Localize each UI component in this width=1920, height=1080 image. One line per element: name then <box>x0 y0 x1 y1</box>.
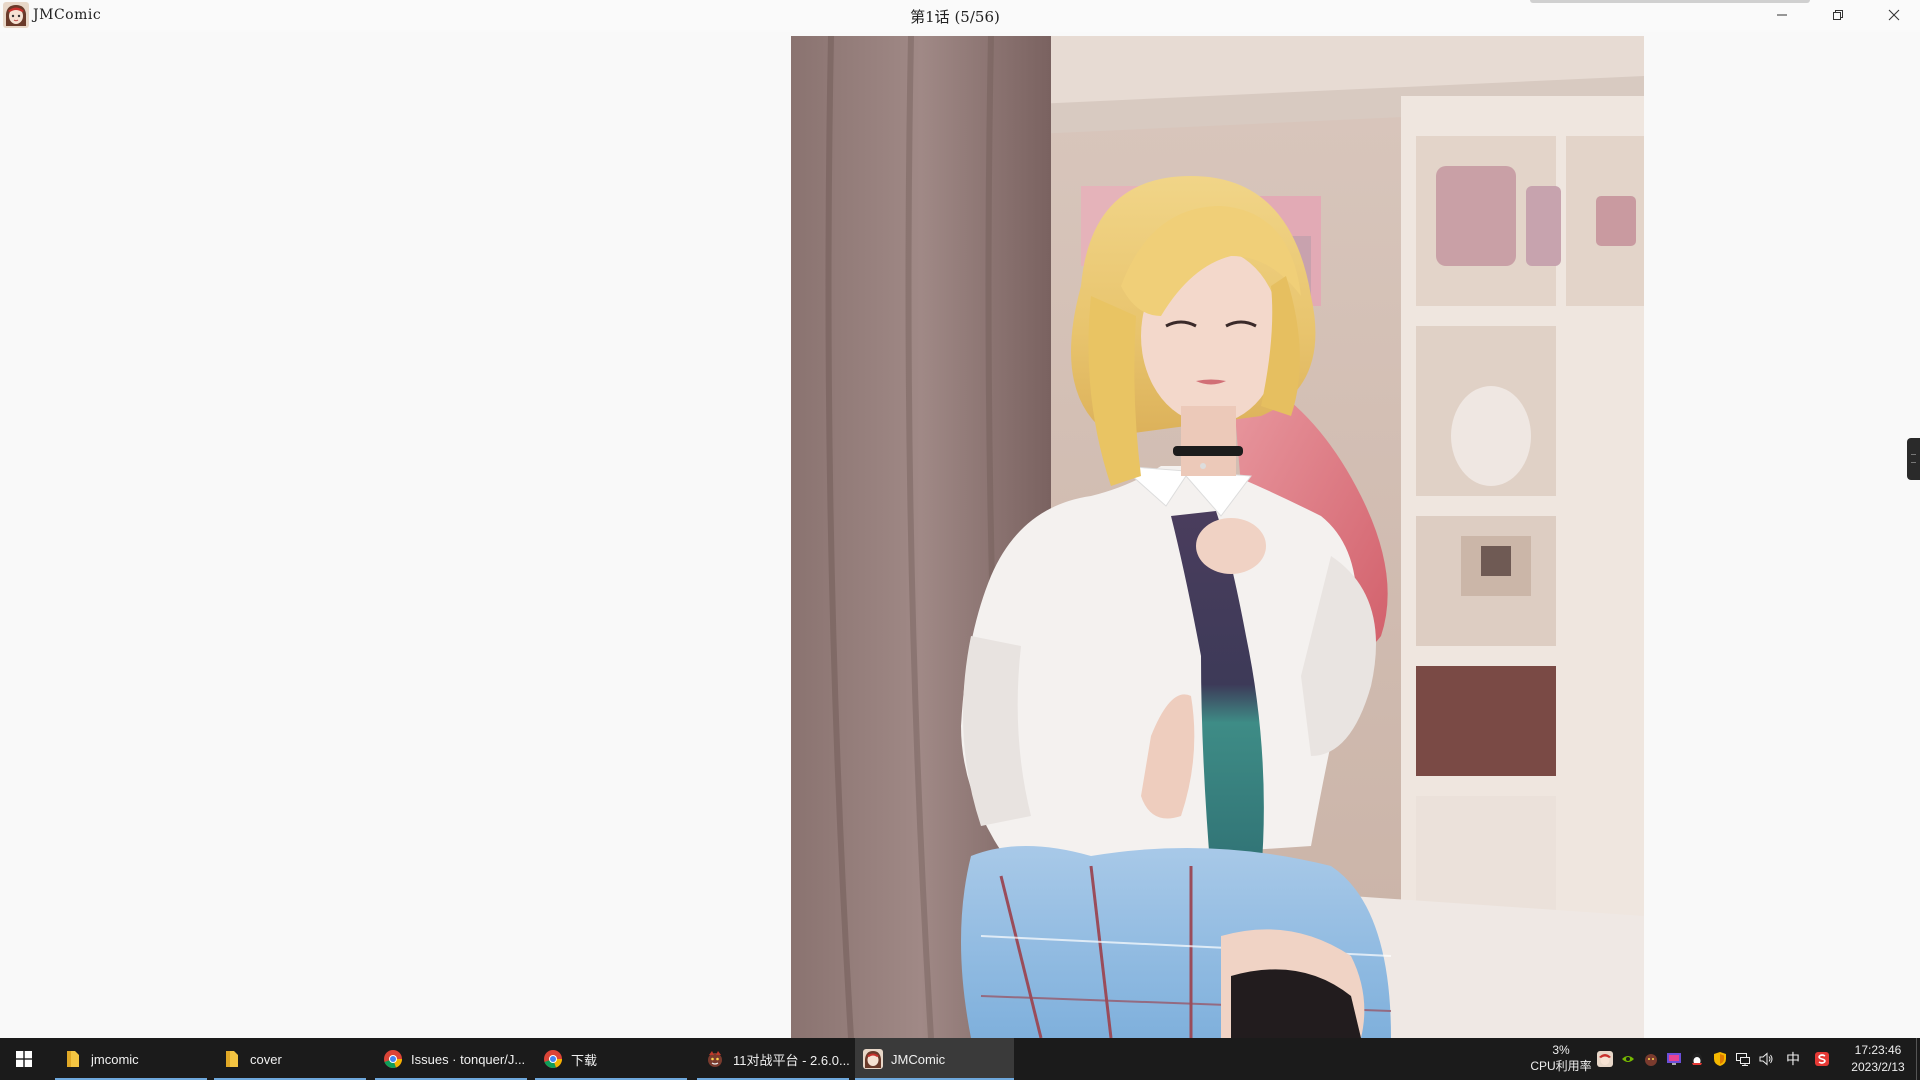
taskbar: jmcomic cover Issues · tonquer/J... 下载 1… <box>0 1038 1920 1080</box>
clock-date: 2023/2/13 <box>1851 1060 1905 1074</box>
tray-volume-icon[interactable] <box>1757 1050 1775 1068</box>
sogou-input-icon <box>1815 1052 1829 1066</box>
folder-icon <box>226 1051 238 1067</box>
taskbar-item-jmcomic-folder[interactable]: jmcomic <box>55 1038 207 1080</box>
cpu-usage-widget[interactable]: 3% CPU利用率 <box>1526 1042 1596 1074</box>
restore-button[interactable] <box>1810 0 1866 30</box>
windows-logo-icon <box>16 1051 32 1067</box>
side-panel-handle[interactable] <box>1907 438 1920 480</box>
title-bar[interactable]: JMComic 第1话 (5/56) <box>0 0 1920 32</box>
chapter-title: 第1话 (5/56) <box>910 8 1000 26</box>
start-button[interactable] <box>0 1038 48 1080</box>
chrome-icon <box>384 1050 402 1069</box>
taskbar-item-label: JMComic <box>891 1051 946 1067</box>
tray-sogou-icon[interactable] <box>1813 1050 1831 1068</box>
app-window: JMComic 第1话 (5/56) <box>0 0 1920 1038</box>
taskbar-item-chrome-issues[interactable]: Issues · tonquer/J... <box>375 1038 527 1080</box>
taskbar-item-label: cover <box>250 1051 282 1067</box>
comic-page-illustration <box>791 36 1644 1038</box>
tray-monitor-icon[interactable] <box>1665 1050 1683 1068</box>
taskbar-item-chrome-download[interactable]: 下载 <box>535 1038 687 1080</box>
tray-network-icon[interactable] <box>1734 1050 1752 1068</box>
jmcomic-tray-icon <box>1597 1051 1613 1067</box>
clock-time: 17:23:46 <box>1854 1043 1902 1057</box>
taskbar-item-jmcomic-app[interactable]: JMComic <box>855 1038 1014 1080</box>
nvidia-icon <box>1622 1056 1634 1062</box>
input-method-indicator[interactable]: 中 <box>1786 1049 1800 1069</box>
tray-game-icon[interactable] <box>1642 1050 1660 1068</box>
game-platform-icon <box>708 1051 722 1067</box>
penguin-icon <box>1692 1053 1702 1065</box>
minimize-icon <box>1777 14 1787 16</box>
tray-nvidia-icon[interactable] <box>1619 1050 1637 1068</box>
taskbar-item-label: Issues · tonquer/J... <box>411 1051 526 1067</box>
taskbar-item-label: 下载 <box>571 1052 598 1068</box>
comic-page-image[interactable] <box>791 36 1644 1038</box>
jmcomic-icon <box>863 1049 883 1069</box>
cpu-label: CPU利用率 <box>1530 1059 1592 1073</box>
taskbar-item-11-platform[interactable]: 11对战平台 - 2.6.0... <box>697 1038 849 1080</box>
cpu-percent: 3% <box>1552 1043 1570 1057</box>
system-clock[interactable]: 17:23:46 2023/2/13 <box>1840 1042 1916 1076</box>
tray-qq-icon[interactable] <box>1688 1050 1706 1068</box>
taskbar-item-label: jmcomic <box>91 1051 139 1067</box>
monitor-app-icon <box>1667 1053 1681 1065</box>
shield-icon <box>1714 1052 1726 1066</box>
game-platform-tray-icon <box>1645 1054 1657 1066</box>
minimize-button[interactable] <box>1754 0 1810 30</box>
tray-security-icon[interactable] <box>1711 1050 1729 1068</box>
close-button[interactable] <box>1866 0 1920 30</box>
tray-jmcomic-icon[interactable] <box>1596 1050 1614 1068</box>
taskbar-item-cover-folder[interactable]: cover <box>214 1038 366 1080</box>
speaker-icon <box>1759 1052 1773 1066</box>
folder-icon <box>67 1051 79 1067</box>
show-desktop-button[interactable] <box>1916 1038 1920 1080</box>
network-icon <box>1736 1053 1750 1066</box>
close-icon <box>1888 9 1900 21</box>
taskbar-item-label: 11对战平台 - 2.6.0... <box>733 1052 849 1068</box>
chrome-icon <box>544 1050 562 1069</box>
restore-icon <box>1833 10 1843 20</box>
